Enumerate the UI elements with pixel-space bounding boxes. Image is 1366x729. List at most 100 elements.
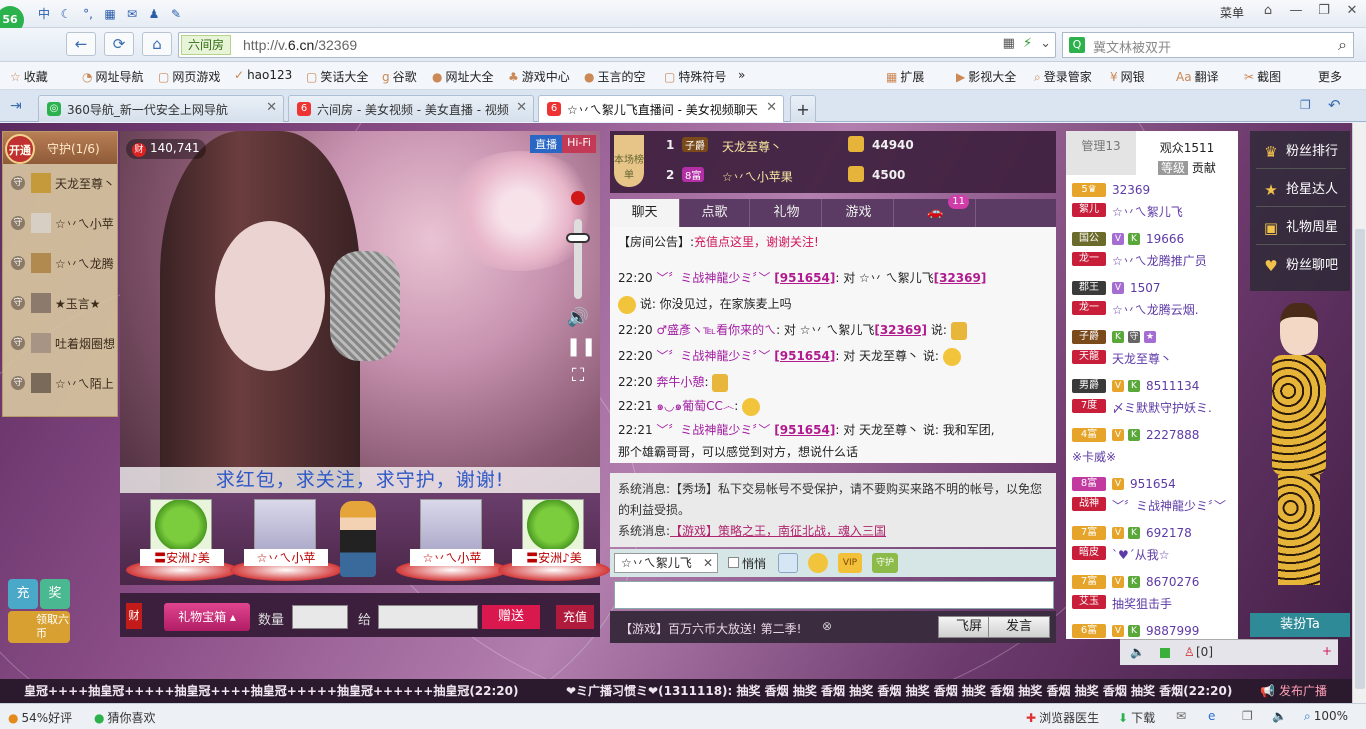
feedback-icon[interactable]: ✉ [1176, 709, 1186, 723]
fav-item[interactable]: g 谷歌 [382, 68, 417, 85]
browser-tab-active[interactable]: 6 ☆丷ㄟ絮儿飞直播间 - 美女视频聊天 ✕ [538, 95, 784, 122]
fav-item[interactable]: ♣ 游戏中心 [508, 68, 570, 85]
back-button[interactable]: ← [66, 32, 96, 56]
recipient-input[interactable] [378, 605, 478, 629]
collect-coins-button[interactable]: 领取六币 [8, 611, 70, 643]
add-icon[interactable]: + [1322, 644, 1332, 658]
msg-target-uid[interactable]: [32369] [874, 323, 927, 337]
guard-member[interactable]: 守 ☆丷ㄟ小苹 [3, 204, 117, 244]
shirt-icon[interactable]: ♟ [146, 6, 162, 22]
refresh-button[interactable]: ⟳ [104, 32, 134, 56]
chat-log[interactable]: 【房间公告】:充值点这里，谢谢关注! 22:20 ﹀〞ミ战神龍少ミ〞﹀ [951… [610, 227, 1056, 463]
new-tab-button[interactable]: + [790, 95, 816, 122]
charge-button[interactable]: 充值 [556, 605, 594, 629]
fav-more[interactable]: » [738, 68, 745, 82]
viewer-row[interactable]: 子爵 K 守 ★ 天龍 天龙至尊丶 [1072, 326, 1236, 374]
viewer-row[interactable]: 5♛ 32369 絮儿 ☆丷ㄟ絮儿飞 [1072, 179, 1236, 227]
chat-target-select[interactable]: ☆丷ㄟ絮儿飞 ✕ [614, 553, 718, 573]
guard-member[interactable]: 守 ☆丷ㄟ陌上 [3, 364, 117, 404]
guard-icon[interactable]: 守护 [872, 553, 898, 573]
close-tab-icon[interactable]: ✕ [516, 100, 527, 115]
rank-row[interactable]: 2 8富 ☆丷ㄟ小苹果 4500 [666, 163, 1046, 189]
volume-slider[interactable] [566, 219, 590, 299]
tab-cars[interactable]: 🚗 11 [896, 195, 976, 227]
ext-item[interactable]: Aa 翻译 [1176, 68, 1219, 85]
chat-input[interactable] [614, 581, 1054, 609]
browser-tab[interactable]: ◎ 360导航_新一代安全上网导航 ✕ [38, 95, 284, 122]
window-icon[interactable]: ❐ [1242, 709, 1253, 723]
scrollbar-thumb[interactable] [1355, 229, 1365, 689]
punct-icon[interactable]: °, [80, 6, 96, 22]
hifi-badge[interactable]: Hi-Fi [562, 135, 596, 153]
gift-week-button[interactable]: ▣ 礼物周星 [1256, 211, 1346, 245]
fan-rank-button[interactable]: ♛ 粉丝排行 [1256, 135, 1346, 169]
ie-icon[interactable]: e [1208, 709, 1215, 723]
fullscreen-icon[interactable]: ⛶ [566, 365, 590, 386]
quantity-input[interactable] [292, 605, 348, 629]
minimize-icon[interactable]: — [1282, 0, 1310, 24]
fav-item[interactable]: ▢ 特殊符号 [664, 68, 726, 85]
vertical-scrollbar[interactable] [1352, 123, 1366, 703]
search-input[interactable]: 冀文林被双开 [1093, 37, 1171, 56]
wrench-icon[interactable]: ✎ [168, 6, 184, 22]
ext-item[interactable]: ✂ 截图 [1244, 68, 1281, 85]
tab-chat[interactable]: 聊天 [610, 199, 680, 227]
seat[interactable]: 〓安洲♪美 [126, 499, 238, 581]
sidebar-toggle-icon[interactable]: ⇥ [10, 98, 22, 114]
msg-user[interactable]: ๑◡๑葡萄CC෴ [656, 399, 734, 413]
msg-user[interactable]: ﹀〞ミ战神龍少ミ〞﹀ [656, 349, 770, 363]
ext-item[interactable]: ¥ 网银 [1110, 68, 1145, 85]
guard-member[interactable]: 守 ★玉言★ [3, 284, 117, 324]
viewer-row[interactable]: 男爵 V K 8511134 7度 〆ミ默默守护妖ミ. [1072, 375, 1236, 423]
ime-icon[interactable]: 中 [36, 6, 52, 22]
search-box[interactable]: Q 冀文林被双开 ⌕ [1062, 32, 1354, 58]
charge-shortcut[interactable]: 充 [8, 579, 38, 609]
guess-item[interactable]: ● 猜你喜欢 [94, 709, 156, 726]
volume-knob[interactable] [566, 233, 590, 243]
dressup-doll[interactable] [1262, 303, 1338, 603]
whisper-checkbox[interactable] [728, 557, 739, 568]
tab-songs[interactable]: 点歌 [680, 199, 750, 227]
msg-user[interactable]: ﹀〞ミ战神龍少ミ〞﹀ [656, 271, 770, 285]
url-text[interactable]: http://v.6.cn/32369 [243, 37, 357, 53]
tab-gifts[interactable]: 礼物 [752, 199, 822, 227]
tab-games[interactable]: 游戏 [824, 199, 894, 227]
close-ad-icon[interactable]: ⊗ [822, 619, 832, 633]
game-ad[interactable]: 【游戏】百万六币大放送! 第二季! [620, 620, 801, 637]
doctor-item[interactable]: ✚ 浏览器医生 [1026, 709, 1099, 726]
more-button[interactable]: 更多 [1318, 68, 1342, 85]
volume-icon[interactable]: 🔊 [566, 307, 590, 328]
msg-uid[interactable]: [951654] [774, 423, 835, 437]
gift-box-button[interactable]: 礼物宝箱 ▴ [164, 603, 250, 631]
restore-tabs-icon[interactable]: ❐ [1300, 98, 1311, 112]
ext-item[interactable]: ▶ 影视大全 [956, 68, 1016, 85]
fav-item[interactable]: ▢ 笑话大全 [306, 68, 368, 85]
vip-icon[interactable]: VIP [838, 553, 862, 573]
live-video[interactable]: 财 140,741 直播 Hi-Fi 🔊 ❚❚ ⛶ 求红包，求关注，求守护，谢谢! [120, 131, 600, 493]
msg-uid[interactable]: [951654] [774, 349, 835, 363]
close-tab-icon[interactable]: ✕ [766, 100, 777, 115]
msg-user[interactable]: 奔牛小憩 [656, 375, 704, 389]
seat[interactable]: 〓安洲♪美 [498, 499, 610, 581]
rating-item[interactable]: ● 54%好评 [8, 709, 72, 726]
search-icon[interactable]: ⌕ [1338, 35, 1347, 55]
browser-tab[interactable]: 6 六间房 - 美女视频 - 美女直播 - 视频 ✕ [288, 95, 534, 122]
fav-item[interactable]: ● 网址大全 [432, 68, 494, 85]
send-gift-button[interactable]: 赠送 [482, 605, 540, 629]
keyboard-icon[interactable]: ▦ [102, 6, 118, 22]
close-tab-icon[interactable]: ✕ [266, 100, 277, 115]
sort-level[interactable]: 等级 [1158, 161, 1189, 175]
address-bar[interactable]: 六间房 http://v.6.cn/32369 ▦ ⚡ ⌄ [178, 32, 1056, 58]
system-link[interactable]: 【游戏】策略之王，南征北战，魂入三国 [670, 524, 886, 538]
image-icon[interactable] [778, 553, 798, 573]
viewer-row[interactable]: 7富 V K 692178 暗皮 ˋ♥ˊ从我☆ [1072, 522, 1236, 570]
viewer-row[interactable]: 7富 V K 8670276 艾玉 抽奖狙击手 [1072, 571, 1236, 619]
ext-item[interactable]: ⌕ 登录管家 [1034, 68, 1092, 85]
viewer-row[interactable]: 8富 V 951654 战神 ﹀〞ミ战神龍少ミ〞﹀ [1072, 473, 1236, 521]
seat[interactable]: ☆丷ㄟ小苹 [396, 499, 508, 581]
tab-admins[interactable]: 管理13 [1066, 131, 1136, 175]
guard-member[interactable]: 守 ☆丷ㄟ龙腾 [3, 244, 117, 284]
dropdown-icon[interactable]: ⌄ [1040, 36, 1051, 51]
close-icon[interactable]: ✕ [703, 554, 713, 572]
home-button[interactable]: ⌂ [142, 32, 172, 56]
